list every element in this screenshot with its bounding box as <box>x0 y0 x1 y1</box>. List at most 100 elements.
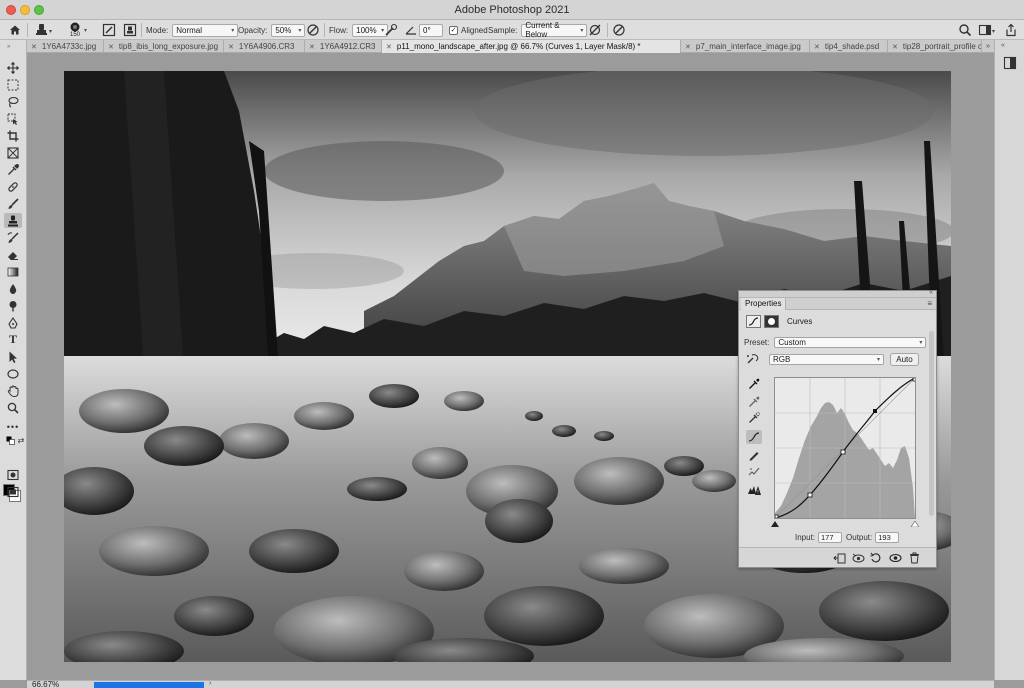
dock-collapse-icon[interactable]: « <box>1001 42 1005 49</box>
panel-collapse-icon[interactable]: « <box>929 289 933 296</box>
tool-preset-picker[interactable]: ▾ <box>34 20 56 40</box>
sample-gray-point-icon[interactable] <box>746 395 762 409</box>
clipping-warning-icon[interactable]: ! <box>746 483 762 497</box>
mode-select[interactable]: Normal ▾ <box>172 23 239 37</box>
aligned-checkbox[interactable]: ✓ Aligned <box>449 20 488 40</box>
panel-footer <box>739 547 936 567</box>
screen-mode-icon[interactable] <box>4 484 22 499</box>
panel-scrollbar[interactable] <box>929 331 934 516</box>
smoothing-angle-icon[interactable] <box>404 20 418 40</box>
zoom-tool-icon[interactable] <box>4 400 22 415</box>
doc-tab[interactable]: ✕ 1Y6A4906.CR3 <box>224 40 305 53</box>
close-tab-icon[interactable]: ✕ <box>309 43 315 51</box>
shape-tool-icon[interactable] <box>4 366 22 381</box>
doc-tab[interactable]: ✕ tip28_portrait_profile copy.j <box>888 40 982 53</box>
properties-panel-icon[interactable] <box>1003 56 1017 72</box>
visibility-eye-icon[interactable] <box>888 551 902 565</box>
type-tool-icon[interactable]: T <box>4 332 22 347</box>
sample-select[interactable]: Current & Below ▾ <box>521 21 588 39</box>
crop-tool-icon[interactable] <box>4 128 22 143</box>
view-previous-icon[interactable] <box>851 551 865 565</box>
doc-tab[interactable]: ✕ tip8_ibis_long_exposure.jpg <box>104 40 224 53</box>
ignore-adjustment-layers-icon[interactable] <box>588 20 602 40</box>
toolbar-collapse-icon[interactable]: » <box>7 44 10 50</box>
home-icon[interactable] <box>8 20 22 40</box>
blur-tool-icon[interactable] <box>4 281 22 296</box>
targeted-adjustment-icon[interactable] <box>746 353 760 365</box>
black-point-slider-icon[interactable] <box>771 519 779 529</box>
healing-brush-tool-icon[interactable] <box>4 179 22 194</box>
sample-black-point-icon[interactable] <box>746 377 762 391</box>
brush-preset-picker[interactable]: 150 <box>68 20 82 40</box>
eyedropper-tool-icon[interactable] <box>4 162 22 177</box>
brush-angle-field[interactable]: 0° <box>419 23 443 37</box>
panel-menu-icon[interactable]: ≡ <box>927 299 932 308</box>
trash-icon[interactable] <box>907 551 921 565</box>
history-brush-tool-icon[interactable] <box>4 230 22 245</box>
zoom-level[interactable]: 66.67% <box>32 680 59 688</box>
curves-adjustment-icon[interactable] <box>746 315 761 328</box>
brush-size-label: 150 <box>69 32 80 38</box>
close-tab-icon[interactable]: ✕ <box>31 43 37 51</box>
swap-colors-icon[interactable]: ⇄ <box>12 433 30 448</box>
layer-mask-icon[interactable] <box>764 315 779 328</box>
auto-button[interactable]: Auto <box>890 353 919 366</box>
workspace-switcher-icon[interactable]: ▾ <box>978 20 998 40</box>
brush-tool-icon[interactable] <box>4 196 22 211</box>
quick-mask-icon[interactable] <box>4 467 22 482</box>
reset-icon[interactable] <box>869 551 883 565</box>
tabs-overflow-chevron-icon[interactable]: » <box>982 40 994 53</box>
share-icon[interactable] <box>1004 20 1018 40</box>
smooth-curve-icon[interactable] <box>746 465 762 479</box>
close-tab-icon[interactable]: ✕ <box>685 43 691 51</box>
preset-select[interactable]: Custom ▾ <box>774 337 927 348</box>
object-selection-tool-icon[interactable] <box>4 111 22 126</box>
dodge-tool-icon[interactable] <box>4 298 22 313</box>
clip-to-layer-icon[interactable] <box>832 551 846 565</box>
doc-tab[interactable]: ✕ tip4_shade.psd <box>810 40 888 53</box>
doc-tab-label: tip28_portrait_profile copy.j <box>902 42 982 51</box>
close-tab-icon[interactable]: ✕ <box>108 43 114 51</box>
doc-tab-active[interactable]: ✕ p11_mono_landscape_after.jpg @ 66.7% (C… <box>382 40 681 53</box>
draw-curve-pencil-icon[interactable] <box>746 448 762 462</box>
edit-points-curve-icon[interactable] <box>746 430 762 444</box>
pen-tool-icon[interactable] <box>4 315 22 330</box>
properties-tab[interactable]: Properties <box>741 298 787 310</box>
pressure-size-icon[interactable] <box>612 20 626 40</box>
eraser-tool-icon[interactable] <box>4 247 22 262</box>
gradient-tool-icon[interactable] <box>4 264 22 279</box>
move-tool-icon[interactable] <box>4 60 22 75</box>
clone-stamp-tool-icon[interactable] <box>4 213 22 228</box>
brush-settings-panel-icon[interactable] <box>102 20 116 40</box>
channel-select[interactable]: RGB ▾ <box>769 354 884 365</box>
sample-value: Current & Below <box>525 21 560 39</box>
close-tab-icon[interactable]: ✕ <box>892 43 898 51</box>
input-field[interactable]: 177 <box>818 532 843 543</box>
flow-label: Flow: <box>329 25 349 35</box>
close-tab-icon[interactable]: ✕ <box>814 43 820 51</box>
doc-tab[interactable]: ✕ p7_main_interface_image.jpg <box>681 40 810 53</box>
doc-tab[interactable]: ✕ 1Y6A4912.CR3 <box>305 40 382 53</box>
sample-white-point-icon[interactable] <box>746 411 762 425</box>
brush-picker-chevron-icon[interactable]: ▾ <box>84 20 87 40</box>
flow-field[interactable]: 100% ▾ <box>352 23 389 37</box>
hand-tool-icon[interactable] <box>4 383 22 398</box>
pressure-opacity-icon[interactable] <box>306 20 320 40</box>
search-icon[interactable] <box>958 20 972 40</box>
white-point-slider-icon[interactable] <box>910 519 920 529</box>
close-tab-icon[interactable]: ✕ <box>228 43 234 51</box>
airbrush-icon[interactable] <box>384 20 398 40</box>
doc-tab[interactable]: ✕ 1Y6A4733c.jpg <box>27 40 104 53</box>
clone-source-panel-icon[interactable] <box>123 20 137 40</box>
curves-graph[interactable] <box>774 377 917 519</box>
close-tab-icon[interactable]: ✕ <box>386 43 392 51</box>
brush-tip-icon <box>70 22 80 32</box>
path-selection-tool-icon[interactable] <box>4 349 22 364</box>
output-field[interactable]: 193 <box>875 532 900 543</box>
more-tools-icon[interactable]: ••• <box>4 419 22 434</box>
frame-tool-icon[interactable] <box>4 145 22 160</box>
opacity-field[interactable]: 50% ▾ <box>271 23 306 37</box>
status-menu-chevron-icon[interactable]: › <box>209 680 211 687</box>
marquee-tool-icon[interactable] <box>4 77 22 92</box>
lasso-tool-icon[interactable] <box>4 94 22 109</box>
